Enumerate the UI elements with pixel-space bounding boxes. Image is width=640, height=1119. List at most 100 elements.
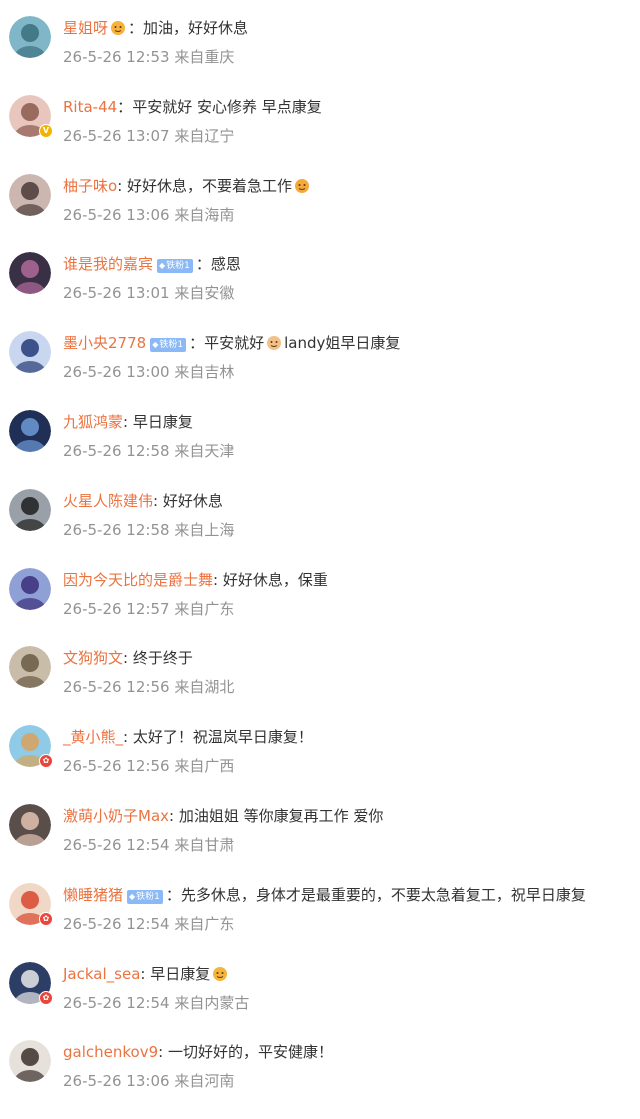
comment-separator: ： <box>165 885 181 904</box>
comment-location: 来自吉林 <box>174 363 235 382</box>
diamond-icon: ◆ <box>159 261 166 271</box>
username-link[interactable]: galchenkov9 <box>63 1043 158 1061</box>
comment-separator: : <box>123 728 133 747</box>
comment-meta: 26-5-26 12:56 来自湖北 <box>63 676 234 698</box>
comment-text: 感恩 <box>210 255 241 274</box>
username-link[interactable]: 星姐呀 <box>63 19 108 37</box>
fan-level-badge[interactable]: ◆铁粉1 <box>127 889 163 904</box>
avatar[interactable]: ✿ <box>9 725 53 769</box>
username-link[interactable]: 激萌小奶子Max <box>63 807 169 825</box>
comment-timestamp: 26-5-26 12:54 <box>63 993 170 1012</box>
avatar-image <box>9 567 51 610</box>
comment-meta: 26-5-26 12:54 来自广东 <box>63 913 234 935</box>
comment-meta: 26-5-26 12:56 来自广西 <box>63 755 234 777</box>
username-link[interactable]: 谁是我的嘉宾 <box>63 255 153 273</box>
avatar[interactable] <box>9 331 51 374</box>
comment-text: 先多休息，身体才是最重要的，不要太急着复工，祝早日康复 <box>180 885 586 904</box>
diamond-icon: ◆ <box>152 340 159 350</box>
comment-separator: ： <box>195 255 211 274</box>
comment-content: 激萌小奶子Max: 加油姐姐 等你康复再工作 爱你 <box>63 805 383 827</box>
username-link[interactable]: Jackal_sea <box>63 965 140 983</box>
avatar-image <box>9 804 51 846</box>
comment-item: 星姐呀 ：加油，好好休息 26-5-26 12:53 来自重庆 <box>0 16 640 95</box>
comment-item: 谁是我的嘉宾 ◆铁粉1 ：感恩 26-5-26 13:01 来自安徽 <box>0 252 640 331</box>
avatar[interactable]: ✿ <box>9 882 53 926</box>
comment-location: 来自广东 <box>174 914 235 933</box>
comment-text: 好好休息，保重 <box>222 570 328 589</box>
avatar[interactable]: V <box>9 94 53 138</box>
comment-separator: : <box>123 413 133 431</box>
comment-content: 墨小央2778 ◆铁粉1 ：平安就好 landy姐早日康复 <box>63 332 400 354</box>
username-link[interactable]: 柚子味o <box>63 177 117 195</box>
avatar-image <box>9 16 51 58</box>
avatar-image <box>9 173 51 216</box>
comment-item: V Rita-44：平安就好 安心修养 早点康复 26-5-26 13:07 来自辽… <box>0 94 640 174</box>
username-link[interactable]: 因为今天比的是爵士舞 <box>63 571 213 589</box>
comment-location: 来自广西 <box>174 757 235 776</box>
comment-content: 因为今天比的是爵士舞: 好好休息，保重 <box>63 569 328 591</box>
comment-location: 来自内蒙古 <box>174 993 250 1012</box>
comment-timestamp: 26-5-26 12:53 <box>63 48 170 66</box>
comment-text: 一切好好的，平安健康！ <box>167 1043 333 1062</box>
comment-meta: 26-5-26 13:01 来自安徽 <box>63 282 234 304</box>
comment-text: 平安就好 安心修养 早点康复 <box>132 97 322 116</box>
comment-meta: 26-5-26 13:06 来自河南 <box>63 1070 234 1092</box>
comment-separator: : <box>153 491 163 510</box>
comment-separator: : <box>213 570 223 589</box>
comment-text: 终于终于 <box>132 649 193 668</box>
username-link[interactable]: Rita-44 <box>63 98 117 116</box>
avatar[interactable] <box>9 173 51 216</box>
hug-emoji <box>293 176 311 194</box>
comment-item: galchenkov9: 一切好好的，平安健康！ 26-5-26 13:06 来自… <box>0 1040 640 1119</box>
comment-meta: 26-5-26 13:06 来自海南 <box>63 204 234 226</box>
avatar[interactable] <box>9 488 51 531</box>
comment-location: 来自天津 <box>174 442 235 460</box>
comment-item: 激萌小奶子Max: 加油姐姐 等你康复再工作 爱你 26-5-26 12:54 来… <box>0 804 640 883</box>
avatar[interactable] <box>9 567 51 610</box>
comment-meta: 26-5-26 13:00 来自吉林 <box>63 361 234 383</box>
avatar[interactable] <box>9 804 51 846</box>
username-link[interactable]: 懒睡猪猪 <box>63 886 123 904</box>
comment-meta: 26-5-26 12:54 来自内蒙古 <box>63 992 249 1014</box>
avatar[interactable] <box>9 646 51 689</box>
comment-separator: : <box>123 649 133 668</box>
comment-location: 来自海南 <box>174 205 235 224</box>
username-link[interactable]: 墨小央2778 <box>63 334 146 352</box>
avatar[interactable] <box>9 1040 51 1083</box>
comment-text: 太好了！祝温岚早日康复！ <box>132 728 313 747</box>
username-link[interactable]: 火星人陈建伟 <box>63 492 153 510</box>
comment-location: 来自安徽 <box>174 284 235 303</box>
avatar-image <box>9 1040 51 1083</box>
comment-item: 九狐鸿蒙: 早日康复 26-5-26 12:58 来自天津 <box>0 410 640 489</box>
comment-location: 来自重庆 <box>174 48 235 66</box>
comment-timestamp: 26-5-26 13:00 <box>63 363 170 382</box>
comment-text: 早日康复 <box>150 964 211 983</box>
comment-timestamp: 26-5-26 12:57 <box>63 599 170 618</box>
comment-content: 星姐呀 ：加油，好好休息 <box>63 17 248 39</box>
comment-item: 墨小央2778 ◆铁粉1 ：平安就好 landy姐早日康复 26-5-26 13:00 … <box>0 331 640 410</box>
verified-red-icon: ✿ <box>39 754 53 769</box>
comment-timestamp: 26-5-26 12:56 <box>63 757 170 776</box>
comment-text: 加油姐姐 等你康复再工作 爱你 <box>178 807 384 825</box>
username-link[interactable]: 九狐鸿蒙 <box>63 413 123 431</box>
comment-meta: 26-5-26 12:57 来自广东 <box>63 598 234 620</box>
comment-text-continued: landy姐早日康复 <box>284 334 401 353</box>
avatar[interactable]: ✿ <box>9 961 53 1005</box>
comment-content: 文狗狗文: 终于终于 <box>63 647 193 669</box>
comment-meta: 26-5-26 12:58 来自上海 <box>63 519 234 541</box>
fan-level-badge[interactable]: ◆铁粉1 <box>157 259 193 274</box>
avatar[interactable] <box>9 16 51 58</box>
avatar[interactable] <box>9 410 51 452</box>
comment-item: ✿ Jackal_sea: 早日康复 26-5-26 12:54 来自内蒙古 <box>0 961 640 1041</box>
comment-timestamp: 26-5-26 12:54 <box>63 914 170 933</box>
comment-location: 来自河南 <box>174 1072 235 1091</box>
verified-red-icon: ✿ <box>39 911 53 926</box>
comment-item: ✿ 懒睡猪猪 ◆铁粉1 ：先多休息，身体才是最重要的，不要太急着复工，祝早日康复 26-… <box>0 882 640 962</box>
username-link[interactable]: 文狗狗文 <box>63 649 123 667</box>
avatar[interactable] <box>9 252 51 295</box>
comment-item: 文狗狗文: 终于终于 26-5-26 12:56 来自湖北 <box>0 646 640 725</box>
comment-item: 柚子味o: 好好休息，不要着急工作 26-5-26 13:06 来自海南 <box>0 173 640 253</box>
username-link[interactable]: _黄小熊_ <box>63 728 123 746</box>
fan-level-badge[interactable]: ◆铁粉1 <box>150 338 187 353</box>
comment-content: 懒睡猪猪 ◆铁粉1 ：先多休息，身体才是最重要的，不要太急着复工，祝早日康复 <box>63 884 586 906</box>
